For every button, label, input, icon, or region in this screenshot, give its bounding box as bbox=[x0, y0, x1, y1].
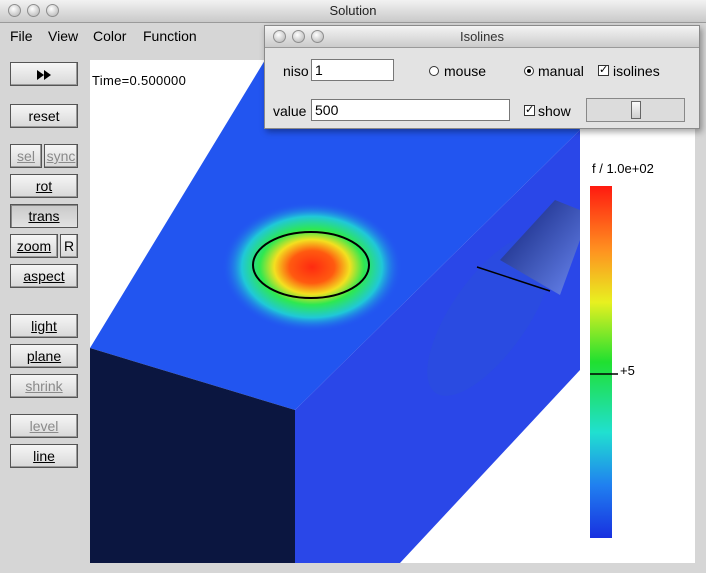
line-button-label: line bbox=[33, 448, 55, 464]
colorbar-marker-label: +5 bbox=[620, 363, 635, 378]
aspect-button[interactable]: aspect bbox=[10, 264, 78, 288]
plane-button-label: plane bbox=[26, 348, 62, 364]
play-button[interactable] bbox=[10, 62, 78, 86]
render-canvas[interactable]: Time=0.500000 f / 1.0e+02 +5 bbox=[90, 60, 695, 563]
show-label: show bbox=[538, 103, 571, 119]
zoom-button-label: zoom bbox=[16, 238, 52, 254]
solution-window: Solution File View Color Function reset … bbox=[0, 0, 706, 573]
level-button[interactable]: level bbox=[10, 414, 78, 438]
fast-forward-icon bbox=[37, 70, 51, 81]
isolines-panel: Isolines niso mouse manual ✓ isolines va… bbox=[264, 25, 700, 129]
value-slider[interactable] bbox=[586, 98, 685, 122]
value-label: value bbox=[273, 103, 307, 119]
plane-button[interactable]: plane bbox=[10, 344, 78, 368]
window-titlebar[interactable]: Solution bbox=[0, 0, 706, 23]
reset-zoom-button[interactable]: R bbox=[60, 234, 78, 258]
colorbar-title: f / 1.0e+02 bbox=[592, 161, 654, 176]
isolines-panel-title: Isolines bbox=[459, 29, 505, 44]
show-checkbox[interactable]: ✓ bbox=[524, 105, 535, 116]
reset-button[interactable]: reset bbox=[10, 104, 78, 128]
mouse-label: mouse bbox=[444, 63, 487, 79]
light-button[interactable]: light bbox=[10, 314, 78, 338]
slider-knob[interactable] bbox=[631, 101, 641, 119]
isolines-panel-titlebar[interactable]: Isolines bbox=[265, 26, 699, 48]
solution-3d-view bbox=[90, 60, 580, 563]
level-button-label: level bbox=[29, 418, 59, 434]
menu-color[interactable]: Color bbox=[93, 28, 126, 44]
time-label: Time=0.500000 bbox=[92, 73, 187, 88]
aspect-button-label: aspect bbox=[23, 268, 65, 284]
line-button[interactable]: line bbox=[10, 444, 78, 468]
niso-label: niso bbox=[283, 63, 309, 79]
isolines-label: isolines bbox=[613, 63, 660, 79]
zoom-button[interactable]: zoom bbox=[10, 234, 58, 258]
light-button-label: light bbox=[31, 318, 57, 334]
sync-button[interactable]: sync bbox=[44, 144, 78, 168]
rot-button-label: rot bbox=[35, 178, 53, 194]
menu-file[interactable]: File bbox=[10, 28, 33, 44]
toolbar-sidebar: reset sel sync rot trans zoom R aspect l… bbox=[0, 52, 88, 570]
sel-button[interactable]: sel bbox=[10, 144, 42, 168]
mouse-radio[interactable] bbox=[429, 66, 439, 76]
niso-input[interactable] bbox=[311, 59, 394, 81]
trans-button-label: trans bbox=[28, 208, 60, 224]
trans-button[interactable]: trans bbox=[10, 204, 78, 228]
rot-button[interactable]: rot bbox=[10, 174, 78, 198]
value-input[interactable] bbox=[311, 99, 510, 121]
menu-view[interactable]: View bbox=[48, 28, 78, 44]
sel-button-label: sel bbox=[17, 148, 35, 164]
manual-radio[interactable] bbox=[524, 66, 534, 76]
menu-function[interactable]: Function bbox=[143, 28, 197, 44]
hotspot-gradient bbox=[222, 202, 402, 332]
sync-button-label: sync bbox=[46, 148, 76, 164]
shrink-button[interactable]: shrink bbox=[10, 374, 78, 398]
manual-label: manual bbox=[538, 63, 584, 79]
isolines-checkbox[interactable]: ✓ bbox=[598, 65, 609, 76]
shrink-button-label: shrink bbox=[25, 378, 63, 394]
window-title: Solution bbox=[329, 3, 377, 18]
